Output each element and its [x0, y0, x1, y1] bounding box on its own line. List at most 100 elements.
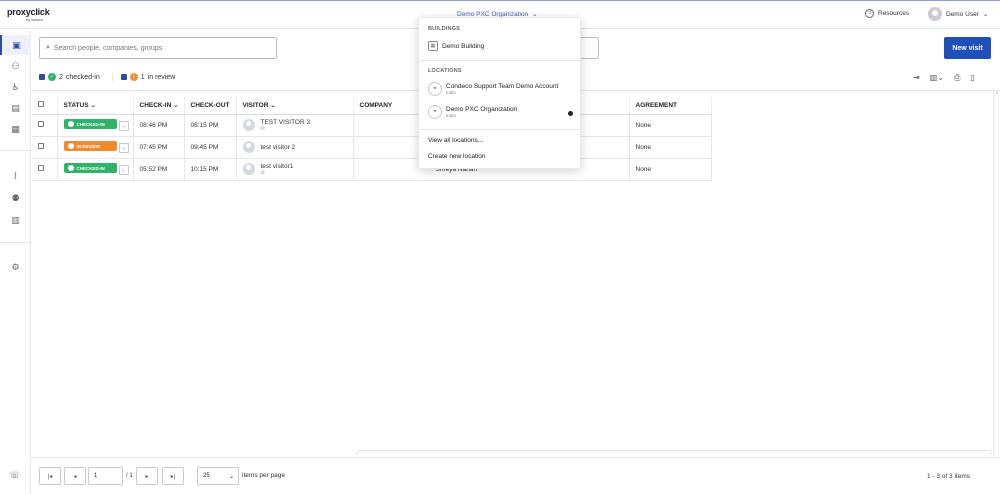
- checkout-cell: 10:15 PM: [184, 158, 237, 181]
- location-country: India: [446, 90, 456, 95]
- create-location-link[interactable]: Create new location: [428, 153, 485, 160]
- resources-link[interactable]: ? Resources: [865, 9, 909, 18]
- filter-checked-in[interactable]: ✓ 2 checked-in: [39, 73, 112, 81]
- location-country: India: [446, 113, 456, 118]
- support-icon[interactable]: ☏: [9, 470, 20, 481]
- column-header-checkin[interactable]: CHECK-IN ⌄: [133, 97, 185, 115]
- new-visit-button[interactable]: New visit: [944, 37, 991, 59]
- visitor-cell[interactable]: test visitor 2: [236, 136, 354, 159]
- checkin-cell: 07:45 PM: [133, 136, 185, 159]
- checkbox[interactable]: [39, 74, 45, 80]
- divider: [419, 129, 580, 130]
- table-row[interactable]: CHECKED-IN ⌄ 05:52 PM 10:15 PM test visit…: [32, 158, 712, 181]
- page-size-value: 25: [203, 473, 210, 479]
- scroll-up-icon[interactable]: ˄: [996, 91, 999, 97]
- locations-heading: LOCATIONS: [428, 68, 462, 74]
- page-size-select[interactable]: 25 ⌄: [197, 467, 239, 485]
- row-checkbox[interactable]: [38, 121, 44, 127]
- first-page-button[interactable]: |◂: [39, 467, 61, 485]
- analytics-icon[interactable]: ⌇: [0, 166, 31, 186]
- chevron-down-icon[interactable]: ⌄: [118, 164, 129, 175]
- search-box[interactable]: ⌕: [39, 37, 277, 59]
- avatar: [242, 163, 255, 175]
- calendar-icon[interactable]: ▦: [0, 119, 31, 139]
- chevron-down-icon: ⌄: [228, 473, 234, 480]
- review-icon: [67, 143, 74, 150]
- table-row[interactable]: CHECKED-IN ⌄ 08:46 PM 08:15 PM TEST VISIT…: [32, 114, 712, 137]
- building-icon: ▦: [428, 41, 438, 51]
- brand-logo[interactable]: proxyclick: [7, 7, 50, 17]
- building-name: Demo Building: [442, 42, 485, 50]
- columns-icon[interactable]: ▥⌄: [930, 73, 944, 83]
- accessibility-icon[interactable]: ♿: [0, 77, 31, 97]
- visitor-cell[interactable]: test visitor1 ⇄: [236, 158, 354, 181]
- prev-page-button[interactable]: ◂: [64, 467, 86, 485]
- in-review-icon: !: [129, 73, 138, 81]
- column-header-visitor[interactable]: VISITOR ⌄: [236, 97, 354, 115]
- items-per-page-label: items per page: [242, 472, 285, 479]
- status-badge[interactable]: CHECKED-IN: [63, 119, 117, 130]
- status-cell: IN REVIEW ⌄: [57, 136, 134, 159]
- next-page-button[interactable]: ▸: [136, 467, 158, 485]
- location-dropdown: BUILDINGS ▦ Demo Building LOCATIONS ⌖ Co…: [418, 17, 581, 169]
- page-input[interactable]: 1: [88, 467, 123, 485]
- building-item[interactable]: ▦ Demo Building: [428, 41, 484, 51]
- column-header-agreement[interactable]: AGREEMENT: [629, 97, 712, 115]
- mail-icon: ✉: [260, 125, 265, 132]
- checkin-cell: 05:52 PM: [133, 158, 185, 181]
- location-item[interactable]: ⌖ Condeco Support Team Demo Account India: [428, 82, 558, 96]
- column-header-checkout[interactable]: CHECK-OUT: [184, 97, 237, 115]
- agreement-cell: None: [629, 158, 712, 181]
- status-badge[interactable]: IN REVIEW: [63, 141, 117, 152]
- location-item[interactable]: ⌖ Demo PXC Organization India: [428, 105, 517, 119]
- check-icon: [67, 121, 74, 128]
- help-circle-icon: ?: [865, 9, 874, 18]
- status-text: CHECKED-IN: [76, 121, 105, 127]
- checkbox[interactable]: [120, 74, 127, 80]
- export-icon[interactable]: ⇥: [913, 73, 920, 83]
- gear-icon[interactable]: ⚙: [0, 257, 31, 277]
- badge-icon[interactable]: ▤: [0, 98, 31, 118]
- last-page-button[interactable]: ▸|: [162, 467, 184, 485]
- filter-in-review[interactable]: ! 1 in review: [111, 73, 188, 81]
- status-badge[interactable]: CHECKED-IN: [63, 163, 117, 174]
- bookmark-icon[interactable]: ▯: [970, 73, 974, 83]
- user-check-icon[interactable]: ⚇: [0, 56, 31, 76]
- divider: [419, 60, 580, 61]
- print-icon[interactable]: ⎙: [954, 73, 960, 83]
- location-icon: ⌖: [428, 105, 442, 119]
- column-header-status[interactable]: STATUS ⌄: [57, 97, 134, 115]
- chevron-down-icon[interactable]: ⌄: [118, 120, 129, 131]
- select-all-checkbox[interactable]: [38, 101, 44, 108]
- pagination-bar: |◂ ◂ 1 / 1 ▸ ▸| 25 ⌄ items per page 1 - 3…: [31, 457, 1000, 494]
- row-checkbox[interactable]: [38, 143, 44, 149]
- sync-icon: ⇄: [260, 169, 265, 176]
- checkout-cell: 08:15 PM: [184, 114, 237, 137]
- table-row[interactable]: IN REVIEW ⌄ 07:45 PM 09:45 PM test visito…: [32, 136, 712, 159]
- row-checkbox[interactable]: [38, 165, 44, 171]
- location-icon: ⌖: [428, 82, 442, 96]
- buildings-icon[interactable]: ▥: [0, 210, 31, 230]
- vertical-scrollbar[interactable]: ˄: [993, 91, 1000, 456]
- visitor-name: TEST VISITOR 3: [260, 118, 311, 126]
- view-all-locations-link[interactable]: View all locations...: [428, 137, 483, 144]
- status-text: IN REVIEW: [76, 143, 101, 149]
- selected-indicator: [568, 111, 573, 116]
- visits-icon[interactable]: ▣: [0, 35, 31, 55]
- column-label: STATUS: [63, 102, 89, 110]
- location-name: Demo PXC Organization: [446, 106, 518, 113]
- search-input[interactable]: [53, 44, 264, 52]
- checked-in-icon: ✓: [48, 73, 56, 81]
- sidebar-divider: [0, 242, 31, 243]
- column-label: VISITOR: [242, 102, 269, 110]
- filter-label: in review: [147, 73, 176, 81]
- items-summary: 1 - 3 of 3 items: [927, 473, 970, 480]
- status-cell: CHECKED-IN ⌄: [57, 114, 134, 137]
- chevron-down-icon[interactable]: ⌄: [118, 142, 129, 153]
- users-icon[interactable]: ⚉: [0, 188, 31, 208]
- location-name: Condeco Support Team Demo Account: [446, 83, 559, 90]
- visitor-cell[interactable]: TEST VISITOR 3 ✉: [236, 114, 354, 137]
- avatar: [928, 7, 942, 21]
- horizontal-scrollbar[interactable]: ‹ ›: [357, 450, 991, 457]
- user-menu[interactable]: Demo User ⌄: [928, 7, 988, 21]
